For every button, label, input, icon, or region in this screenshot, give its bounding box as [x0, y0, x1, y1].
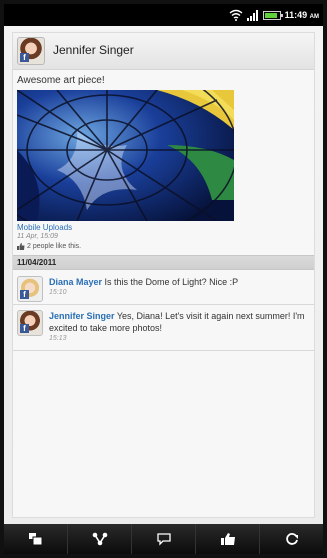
commenter-avatar[interactable]: f [17, 276, 43, 302]
post-photo[interactable] [17, 90, 234, 221]
date-separator-label: 11/04/2011 [17, 258, 57, 267]
battery-icon [262, 10, 283, 20]
signal-icon [246, 10, 258, 21]
refresh-icon [285, 533, 298, 545]
like-icon [220, 533, 235, 545]
comment-button[interactable] [132, 524, 196, 554]
bottom-action-bar [4, 524, 323, 554]
comment-item[interactable]: f Diana Mayer Is this the Dome of Light?… [13, 270, 314, 305]
view-post-icon [28, 533, 42, 546]
post-card: f Jennifer Singer Awesome art piece! Mob… [12, 32, 315, 518]
likes-text: 2 people like this. [27, 243, 82, 250]
date-separator: 11/04/2011 [13, 255, 314, 270]
like-button[interactable] [196, 524, 260, 554]
comment-time: 15:13 [49, 335, 67, 342]
wifi-icon [229, 9, 243, 21]
likes-summary[interactable]: 2 people like this. [17, 243, 81, 250]
album-link[interactable]: Mobile Uploads [17, 223, 72, 232]
app-content: f Jennifer Singer Awesome art piece! Mob… [4, 26, 323, 524]
post-author[interactable]: Jennifer Singer [53, 43, 134, 57]
post-time: 11 Apr, 15:09 [17, 233, 58, 240]
status-bar: 11:49 AM [4, 4, 323, 26]
facebook-icon: f [20, 324, 29, 333]
share-button[interactable] [68, 524, 132, 554]
share-icon [92, 532, 107, 546]
commenter-name[interactable]: Jennifer Singer [49, 311, 115, 321]
commenter-name[interactable]: Diana Mayer [49, 277, 102, 287]
comment-text: Is this the Dome of Light? Nice :P [102, 277, 239, 287]
facebook-icon: f [20, 290, 29, 299]
device-frame: 11:49 AM f Jennifer Singer Awesome art p… [0, 0, 327, 558]
status-icons: 11:49 AM [229, 8, 319, 22]
thumb-up-icon [17, 243, 25, 250]
clock: 11:49 AM [284, 10, 319, 20]
comment-body: Jennifer Singer Yes, Diana! Let's visit … [49, 310, 309, 344]
post-header[interactable]: f Jennifer Singer [13, 33, 314, 70]
commenter-avatar[interactable]: f [17, 310, 43, 336]
refresh-button[interactable] [260, 524, 323, 554]
post-text: Awesome art piece! [17, 75, 105, 86]
view-post-button[interactable] [4, 524, 68, 554]
facebook-icon: f [20, 53, 29, 62]
comment-time: 15:10 [49, 289, 67, 296]
comment-item[interactable]: f Jennifer Singer Yes, Diana! Let's visi… [13, 304, 314, 351]
author-avatar[interactable]: f [17, 37, 45, 65]
comment-body: Diana Mayer Is this the Dome of Light? N… [49, 276, 309, 298]
comment-icon [156, 533, 171, 546]
